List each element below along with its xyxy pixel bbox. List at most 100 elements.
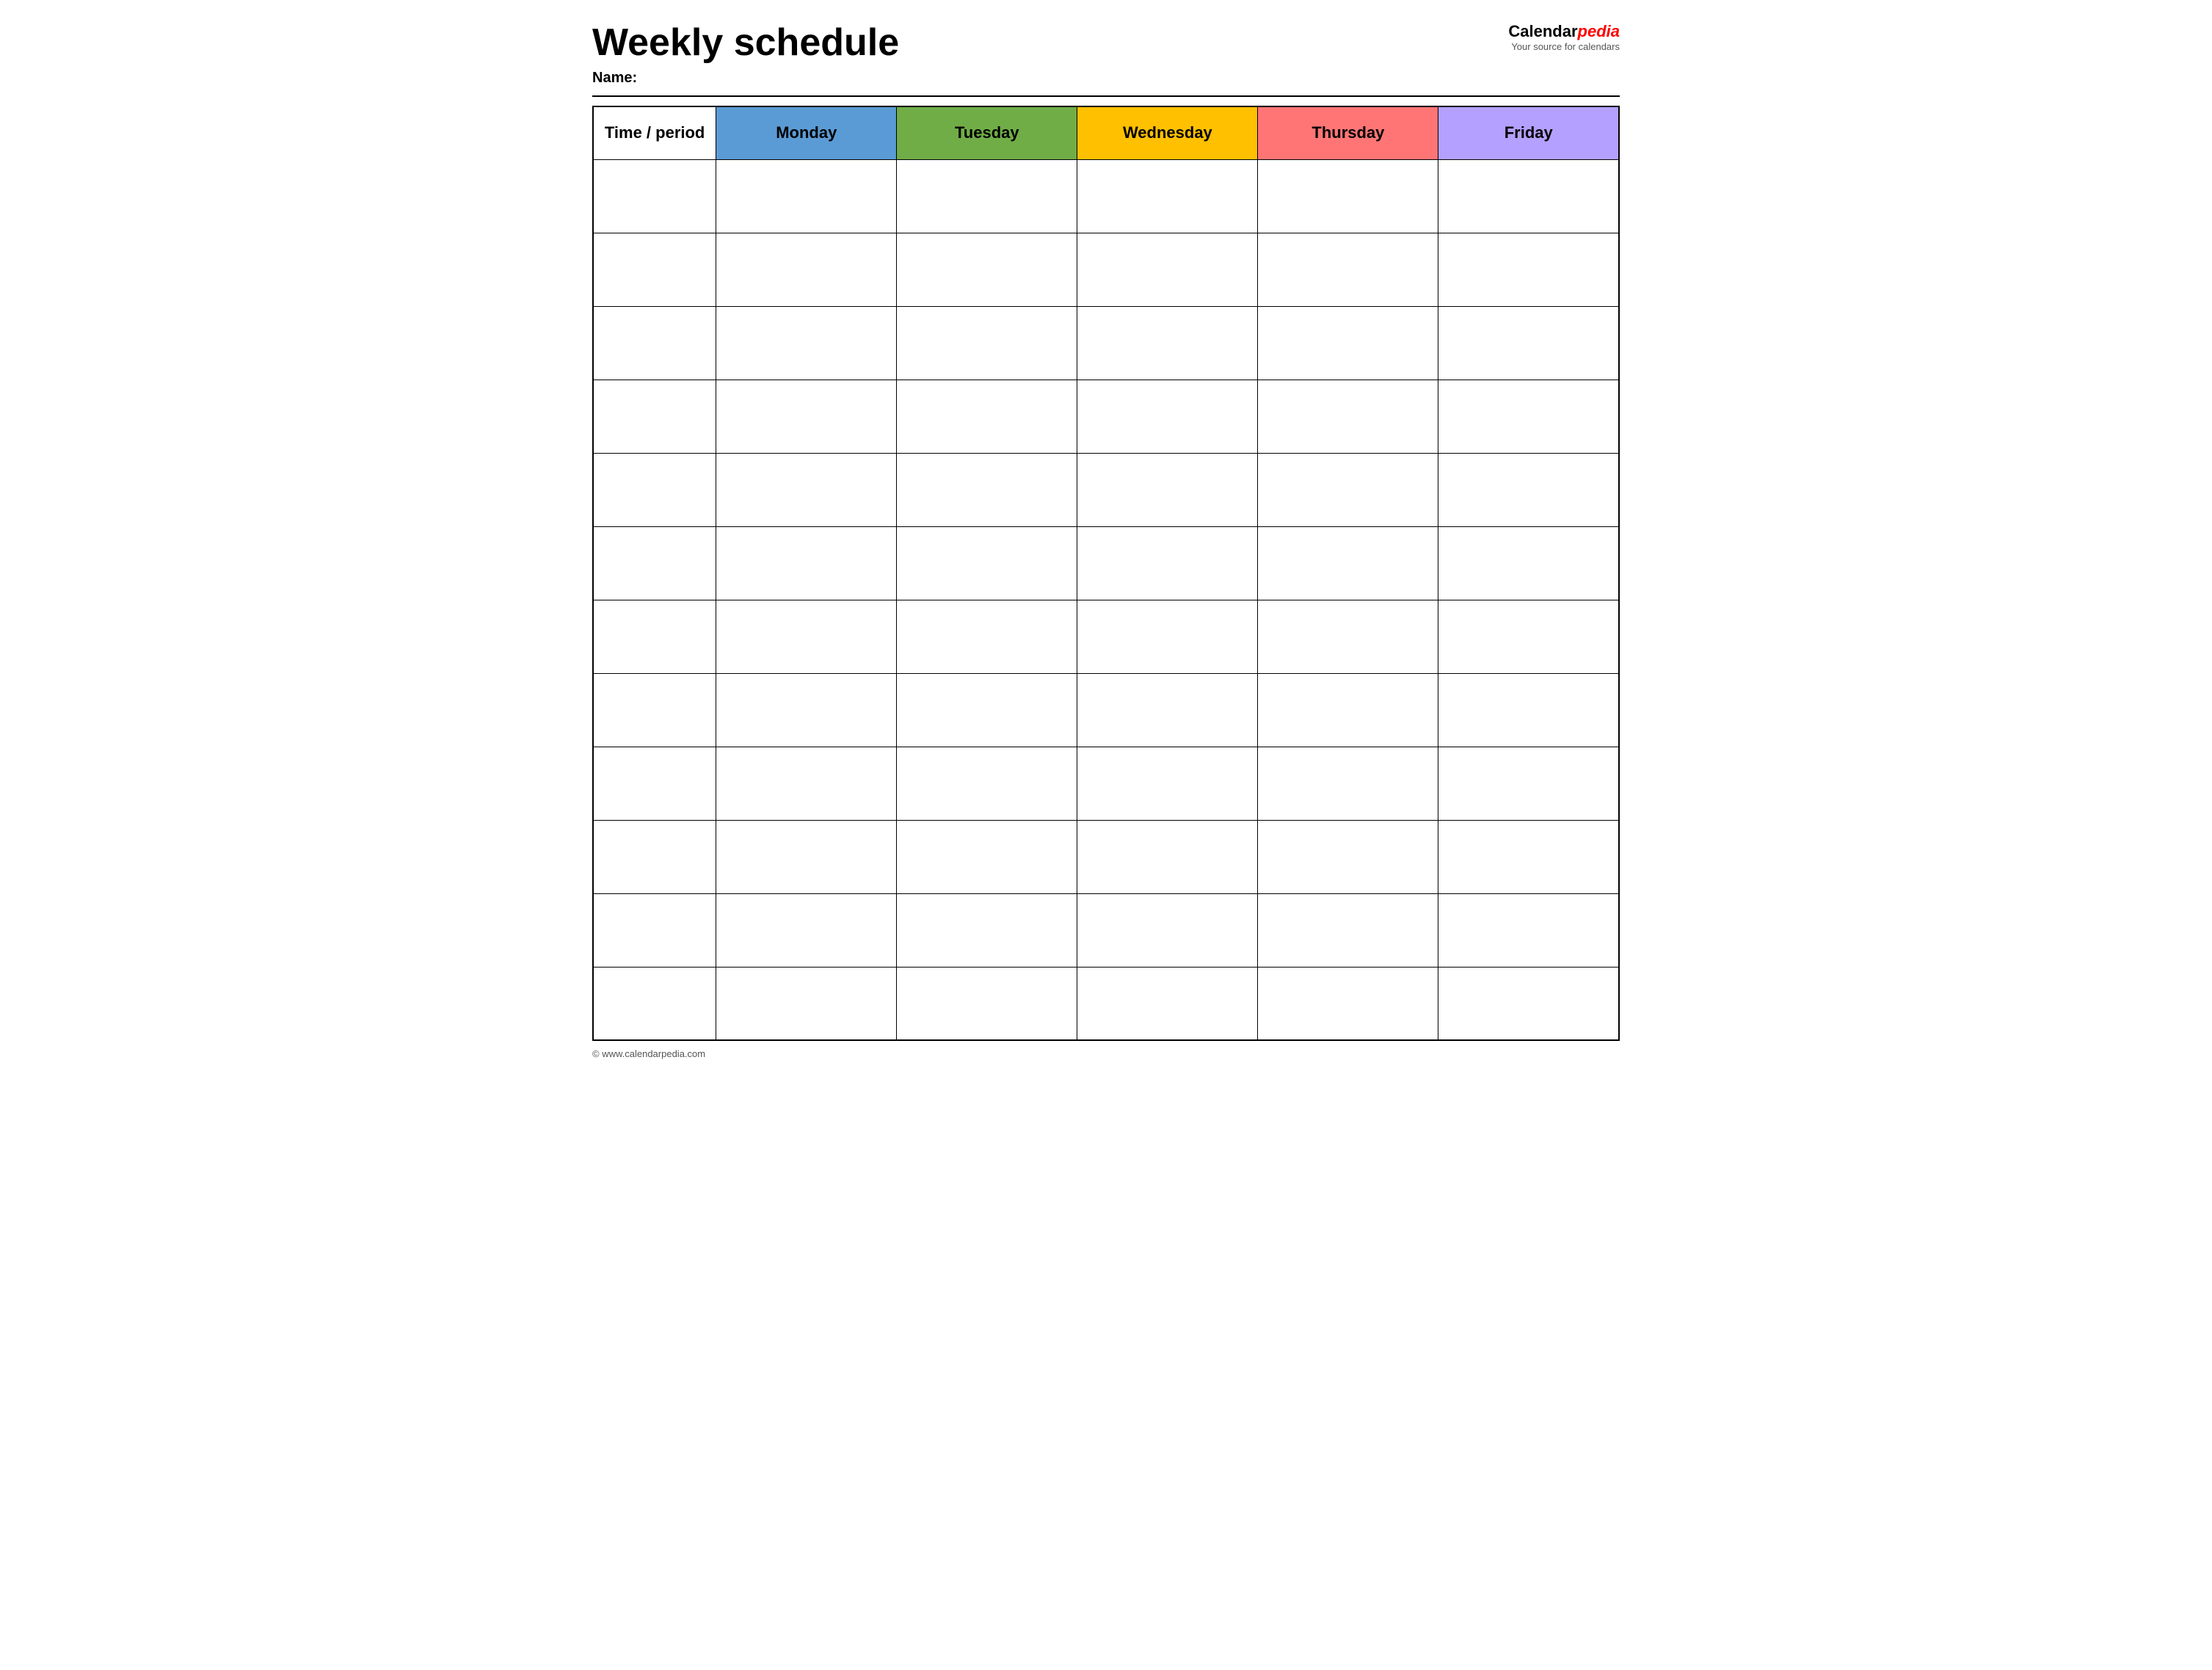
- time-cell[interactable]: [593, 600, 716, 673]
- col-header-wednesday: Wednesday: [1077, 106, 1258, 159]
- schedule-cell[interactable]: [716, 967, 897, 1040]
- table-row: [593, 673, 1619, 747]
- schedule-cell[interactable]: [1258, 526, 1438, 600]
- schedule-cell[interactable]: [716, 159, 897, 233]
- logo: Calendarpedia: [1508, 22, 1620, 41]
- schedule-cell[interactable]: [1438, 673, 1619, 747]
- schedule-cell[interactable]: [1077, 233, 1258, 306]
- time-cell[interactable]: [593, 820, 716, 893]
- schedule-cell[interactable]: [1077, 747, 1258, 820]
- name-label: Name:: [592, 70, 899, 87]
- schedule-cell[interactable]: [1438, 453, 1619, 526]
- schedule-cell[interactable]: [1077, 673, 1258, 747]
- schedule-cell[interactable]: [897, 747, 1077, 820]
- schedule-cell[interactable]: [716, 380, 897, 453]
- schedule-cell[interactable]: [1438, 600, 1619, 673]
- schedule-cell[interactable]: [1258, 747, 1438, 820]
- schedule-cell[interactable]: [1077, 306, 1258, 380]
- schedule-cell[interactable]: [897, 306, 1077, 380]
- schedule-cell[interactable]: [1077, 893, 1258, 967]
- schedule-cell[interactable]: [897, 967, 1077, 1040]
- schedule-cell[interactable]: [1258, 600, 1438, 673]
- schedule-cell[interactable]: [716, 526, 897, 600]
- logo-part2: pedia: [1578, 22, 1620, 40]
- table-row: [593, 747, 1619, 820]
- header-section: Weekly schedule Name: Calendarpedia Your…: [592, 22, 1620, 87]
- schedule-cell[interactable]: [1438, 233, 1619, 306]
- schedule-cell[interactable]: [1438, 967, 1619, 1040]
- schedule-cell[interactable]: [716, 893, 897, 967]
- table-row: [593, 820, 1619, 893]
- table-row: [593, 306, 1619, 380]
- schedule-cell[interactable]: [897, 820, 1077, 893]
- schedule-cell[interactable]: [897, 893, 1077, 967]
- schedule-cell[interactable]: [897, 159, 1077, 233]
- schedule-cell[interactable]: [1258, 159, 1438, 233]
- schedule-cell[interactable]: [1438, 380, 1619, 453]
- time-cell[interactable]: [593, 526, 716, 600]
- schedule-cell[interactable]: [716, 600, 897, 673]
- schedule-cell[interactable]: [1077, 159, 1258, 233]
- schedule-cell[interactable]: [1438, 526, 1619, 600]
- time-cell[interactable]: [593, 159, 716, 233]
- schedule-cell[interactable]: [1077, 380, 1258, 453]
- schedule-cell[interactable]: [1077, 967, 1258, 1040]
- schedule-cell[interactable]: [1258, 893, 1438, 967]
- time-cell[interactable]: [593, 967, 716, 1040]
- schedule-cell[interactable]: [1438, 893, 1619, 967]
- schedule-cell[interactable]: [897, 673, 1077, 747]
- header-row: Time / period Monday Tuesday Wednesday T…: [593, 106, 1619, 159]
- page-container: Weekly schedule Name: Calendarpedia Your…: [592, 22, 1620, 1059]
- schedule-cell[interactable]: [1258, 306, 1438, 380]
- table-row: [593, 233, 1619, 306]
- schedule-cell[interactable]: [1077, 820, 1258, 893]
- schedule-cell[interactable]: [1258, 453, 1438, 526]
- schedule-table: Time / period Monday Tuesday Wednesday T…: [592, 106, 1620, 1041]
- time-cell[interactable]: [593, 306, 716, 380]
- logo-part1: Calendar: [1508, 22, 1577, 40]
- table-row: [593, 526, 1619, 600]
- schedule-cell[interactable]: [897, 600, 1077, 673]
- table-row: [593, 967, 1619, 1040]
- table-header: Time / period Monday Tuesday Wednesday T…: [593, 106, 1619, 159]
- schedule-cell[interactable]: [1258, 380, 1438, 453]
- schedule-cell[interactable]: [897, 526, 1077, 600]
- header-divider: [592, 95, 1620, 97]
- schedule-cell[interactable]: [1077, 453, 1258, 526]
- schedule-cell[interactable]: [1258, 233, 1438, 306]
- schedule-cell[interactable]: [1258, 967, 1438, 1040]
- schedule-cell[interactable]: [716, 673, 897, 747]
- table-row: [593, 893, 1619, 967]
- schedule-cell[interactable]: [1438, 820, 1619, 893]
- schedule-cell[interactable]: [897, 233, 1077, 306]
- schedule-cell[interactable]: [897, 453, 1077, 526]
- schedule-cell[interactable]: [716, 233, 897, 306]
- schedule-cell[interactable]: [1258, 820, 1438, 893]
- time-cell[interactable]: [593, 673, 716, 747]
- schedule-cell[interactable]: [1077, 600, 1258, 673]
- col-header-time: Time / period: [593, 106, 716, 159]
- schedule-cell[interactable]: [1258, 673, 1438, 747]
- schedule-cell[interactable]: [1077, 526, 1258, 600]
- time-cell[interactable]: [593, 893, 716, 967]
- schedule-cell[interactable]: [716, 306, 897, 380]
- schedule-cell[interactable]: [1438, 159, 1619, 233]
- col-header-tuesday: Tuesday: [897, 106, 1077, 159]
- logo-tagline: Your source for calendars: [1511, 41, 1620, 52]
- schedule-cell[interactable]: [1438, 747, 1619, 820]
- time-cell[interactable]: [593, 747, 716, 820]
- time-cell[interactable]: [593, 380, 716, 453]
- time-cell[interactable]: [593, 453, 716, 526]
- table-body: [593, 159, 1619, 1040]
- title-area: Weekly schedule Name:: [592, 22, 899, 87]
- schedule-cell[interactable]: [897, 380, 1077, 453]
- footer: © www.calendarpedia.com: [592, 1048, 1620, 1059]
- schedule-cell[interactable]: [716, 747, 897, 820]
- schedule-cell[interactable]: [1438, 306, 1619, 380]
- schedule-cell[interactable]: [716, 453, 897, 526]
- schedule-cell[interactable]: [716, 820, 897, 893]
- time-cell[interactable]: [593, 233, 716, 306]
- col-header-thursday: Thursday: [1258, 106, 1438, 159]
- table-row: [593, 453, 1619, 526]
- page-title: Weekly schedule: [592, 22, 899, 64]
